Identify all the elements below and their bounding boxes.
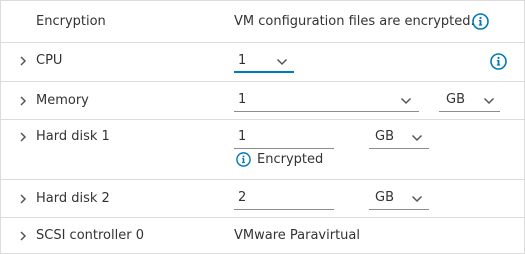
hard-disk-2-size-input[interactable]: 2 [234, 188, 334, 210]
chevron-down-icon [411, 132, 423, 142]
expand-hard-disk-2-chevron-icon[interactable] [17, 193, 29, 205]
scsi-controller-0-type: VMware Paravirtual [234, 228, 360, 243]
memory-label: Memory [36, 93, 89, 108]
hard-disk-1-unit-value: GB [375, 129, 394, 144]
chevron-down-icon [411, 193, 423, 203]
chevron-down-icon [483, 95, 495, 105]
memory-unit-select[interactable]: GB [439, 90, 500, 112]
expand-memory-chevron-icon[interactable] [17, 95, 29, 107]
scsi-controller-0-label: SCSI controller 0 [36, 228, 144, 243]
vm-hardware-panel: Encryption VM configuration files are en… [0, 0, 525, 254]
hard-disk-1-unit-select[interactable]: GB [369, 127, 429, 149]
encrypted-note-text: Encrypted [257, 152, 324, 167]
memory-select[interactable]: 1 [234, 90, 419, 112]
row-scsi-controller-0: SCSI controller 0 VMware Paravirtual [1, 218, 524, 253]
hard-disk-1-label: Hard disk 1 [36, 129, 110, 144]
hard-disk-1-size-input[interactable]: 1 [234, 127, 334, 149]
info-icon [236, 152, 251, 167]
hard-disk-2-label: Hard disk 2 [36, 191, 110, 206]
memory-select-value: 1 [238, 92, 247, 107]
row-hard-disk-2: Hard disk 2 2 GB [1, 180, 524, 218]
hard-disk-1-size-value: 1 [238, 129, 247, 144]
row-memory: Memory 1 GB [1, 82, 524, 120]
encryption-status: VM configuration files are encrypted. [234, 14, 475, 29]
hard-disk-2-size-value: 2 [238, 190, 247, 205]
chevron-down-icon [276, 56, 288, 66]
hard-disk-2-unit-value: GB [375, 190, 394, 205]
hard-disk-2-unit-select[interactable]: GB [369, 188, 429, 210]
encryption-label: Encryption [36, 14, 106, 29]
row-encryption: Encryption VM configuration files are en… [1, 1, 524, 43]
row-hard-disk-1: Hard disk 1 1 GB Encrypted [1, 120, 524, 180]
cpu-info-icon[interactable] [490, 53, 507, 70]
expand-scsi-controller-0-chevron-icon[interactable] [17, 230, 29, 242]
cpu-select[interactable]: 1 [234, 51, 294, 73]
memory-unit-value: GB [446, 92, 465, 107]
cpu-select-value: 1 [238, 53, 247, 68]
row-cpu: CPU 1 [1, 43, 524, 82]
expand-cpu-chevron-icon[interactable] [17, 55, 29, 67]
encryption-info-icon[interactable] [472, 13, 489, 30]
cpu-label: CPU [36, 53, 63, 68]
expand-hard-disk-1-chevron-icon[interactable] [17, 131, 29, 143]
chevron-down-icon [400, 95, 412, 105]
